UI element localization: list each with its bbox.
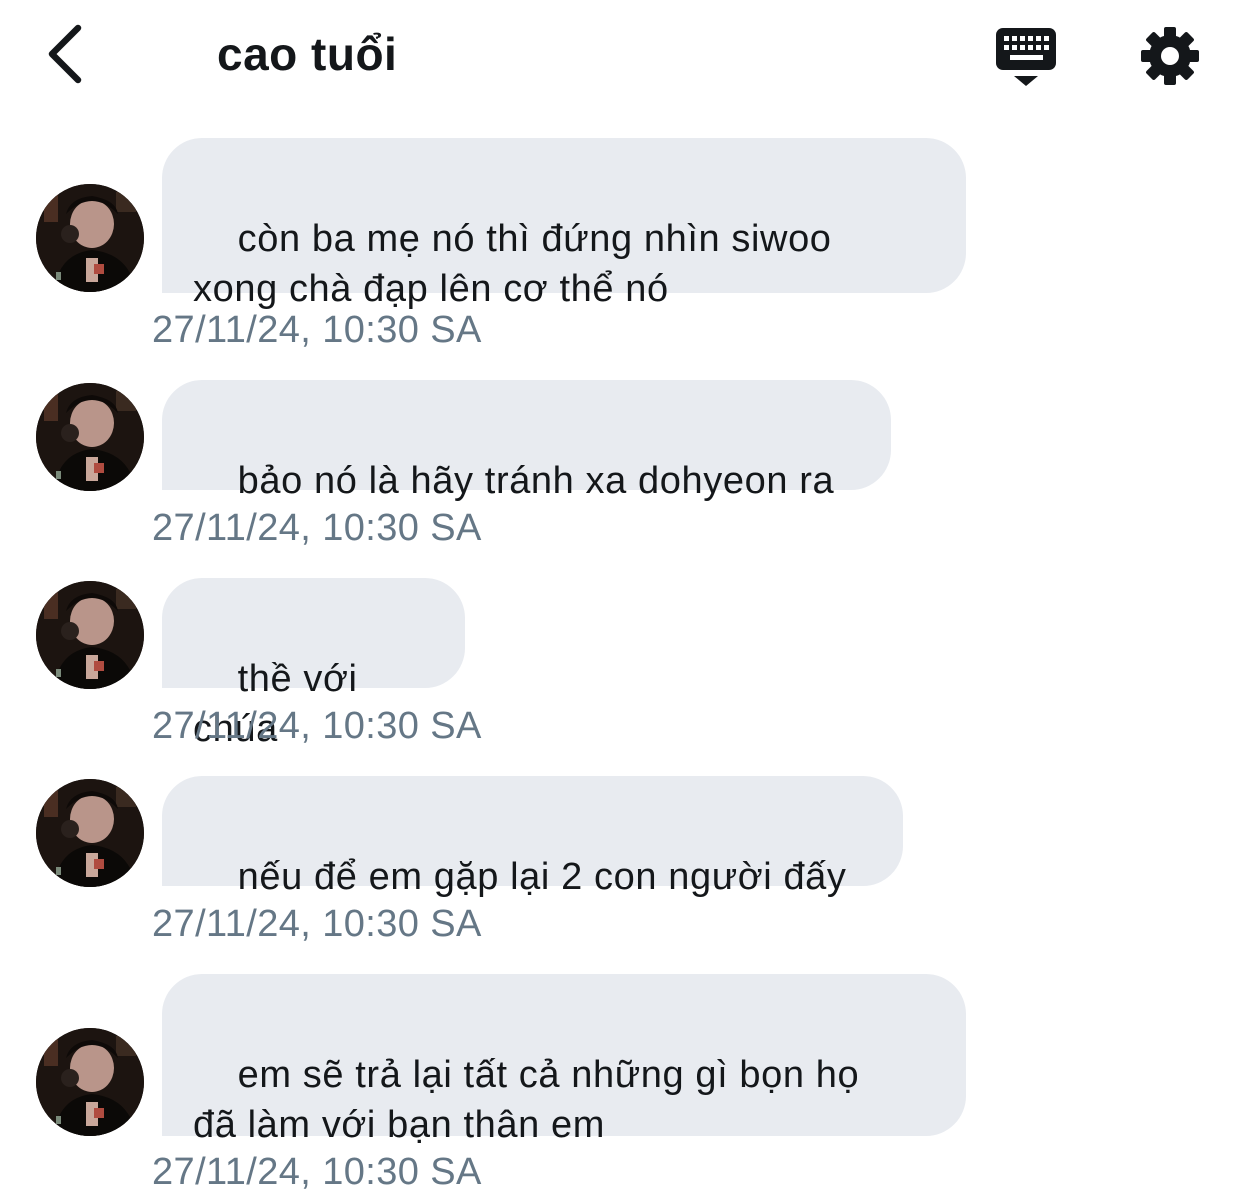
message-bubble[interactable]: nếu để em gặp lại 2 con người đấy [162,776,903,898]
avatar[interactable] [36,581,144,689]
avatar-photo [36,581,144,689]
message-text: nếu để em gặp lại 2 con người đấy [237,856,847,898]
avatar[interactable] [36,184,144,292]
conversation-title[interactable]: cao tuổi [217,26,397,82]
avatar-photo [36,184,144,292]
keyboard-button[interactable] [994,24,1060,90]
message-timestamp: 27/11/24, 10:30 SA [152,903,482,945]
avatar-photo [36,779,144,887]
avatar-photo [36,1028,144,1136]
message-timestamp: 27/11/24, 10:30 SA [152,309,482,351]
avatar[interactable] [36,1028,144,1136]
message-bubble[interactable]: còn ba mẹ nó thì đứng nhìn siwoo xong ch… [162,138,966,310]
chat-header: cao tuổi [0,0,1242,110]
avatar[interactable] [36,383,144,491]
message-bubble[interactable]: bảo nó là hãy tránh xa dohyeon ra [162,380,891,502]
message-bubble[interactable]: em sẽ trả lại tất cả những gì bọn họ đã … [162,974,966,1146]
back-button[interactable] [40,22,100,88]
settings-button[interactable] [1138,24,1202,88]
message-timestamp: 27/11/24, 10:30 SA [152,705,482,747]
message-text: bảo nó là hãy tránh xa dohyeon ra [237,460,835,502]
message-text: em sẽ trả lại tất cả những gì bọn họ đã … [193,1054,860,1146]
avatar[interactable] [36,779,144,887]
gear-icon [1141,27,1199,85]
keyboard-icon [996,28,1056,86]
avatar-photo [36,383,144,491]
message-text: còn ba mẹ nó thì đứng nhìn siwoo xong ch… [193,218,832,310]
chevron-left-icon [48,24,82,84]
message-timestamp: 27/11/24, 10:30 SA [152,507,482,549]
message-bubble[interactable]: thề với chúa [162,578,465,750]
message-timestamp: 27/11/24, 10:30 SA [152,1151,482,1193]
